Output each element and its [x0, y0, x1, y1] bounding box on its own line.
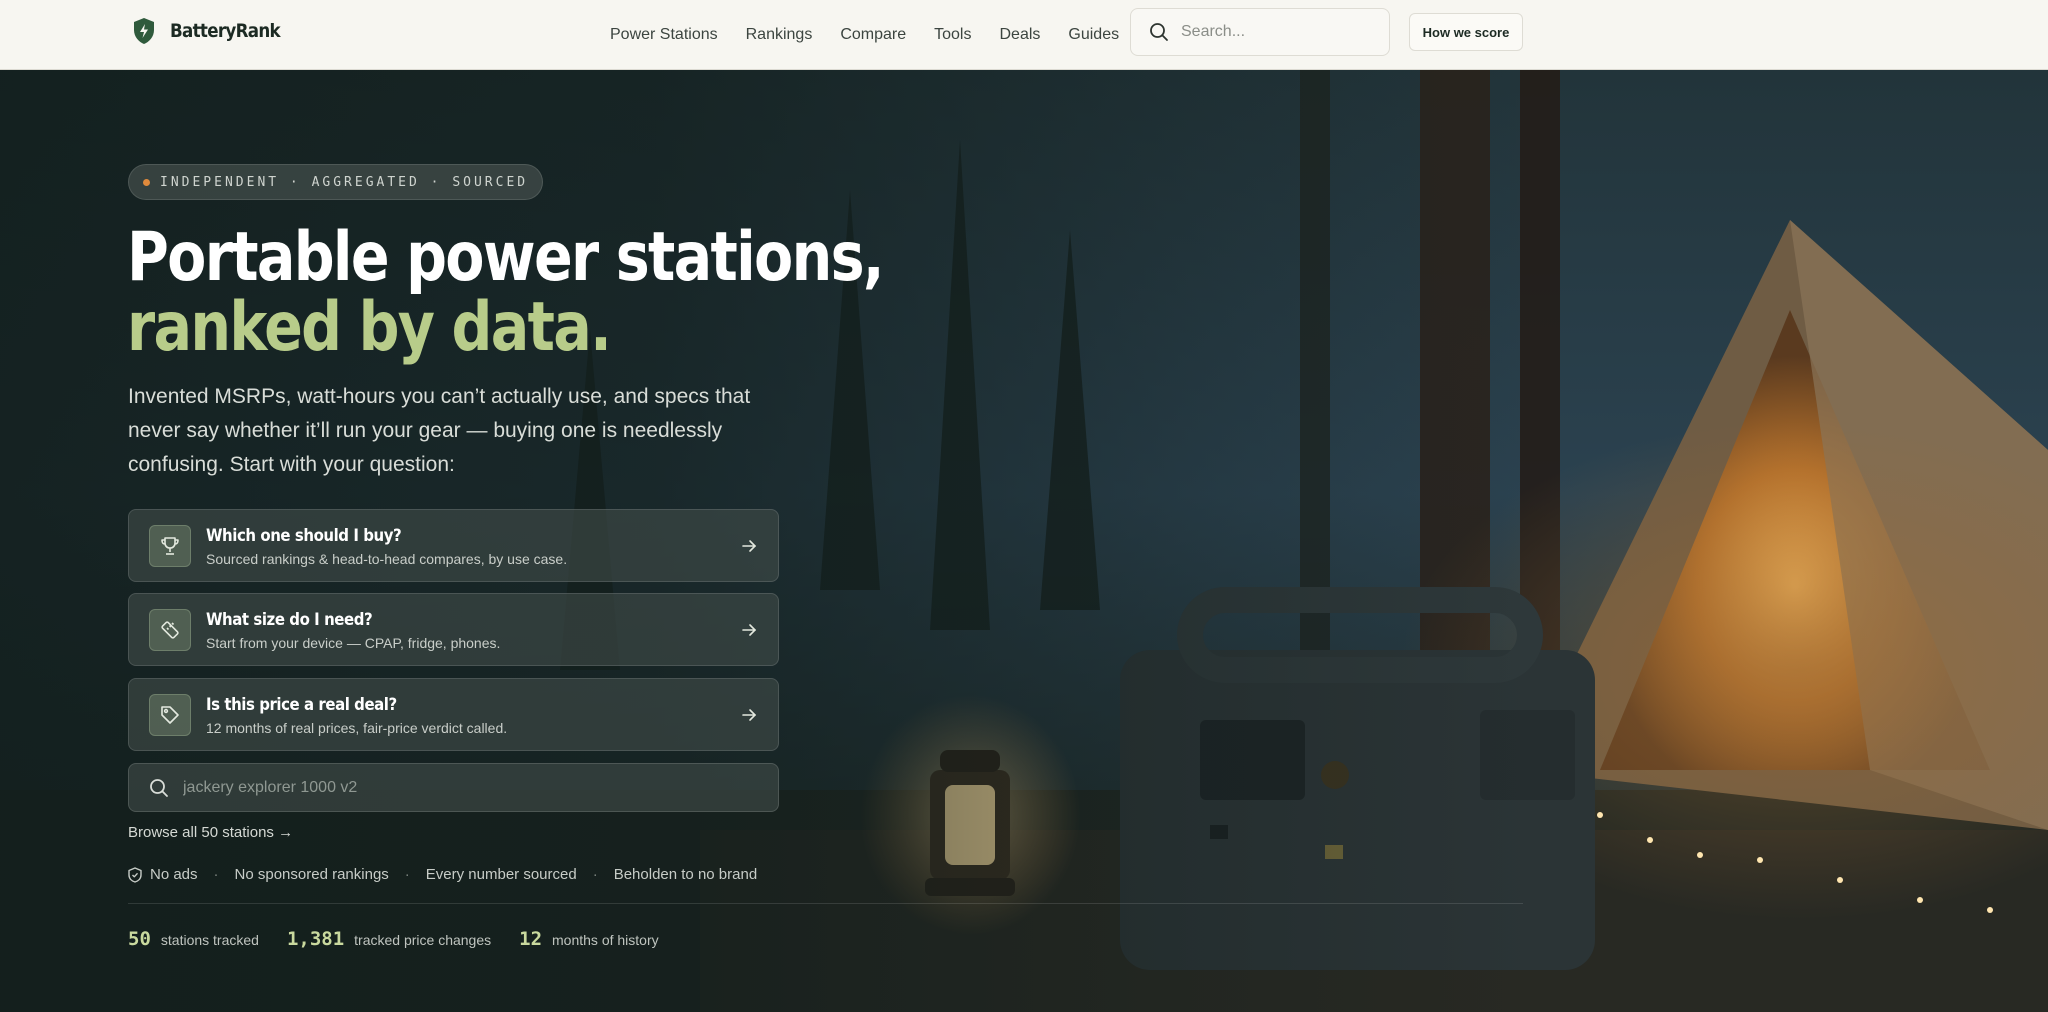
nav-links: Power Stations Rankings Compare Tools De…	[610, 0, 1147, 70]
price-tag-icon	[149, 694, 191, 736]
headline-line-2: ranked by data.	[127, 288, 612, 367]
nav-tools[interactable]: Tools	[934, 26, 971, 44]
arrow-right-icon	[742, 624, 757, 636]
trust-every-number-sourced: Every number sourced	[425, 866, 577, 883]
brand-name: BatteryRank	[170, 20, 281, 42]
stats-row: 50 stations tracked 1,381 tracked price …	[128, 928, 687, 950]
stats-divider	[128, 903, 1523, 904]
nav-guides[interactable]: Guides	[1068, 26, 1119, 44]
trust-no-brand: Beholden to no brand	[613, 866, 758, 883]
question-card-which-to-buy[interactable]: Which one should I buy? Sourced rankings…	[128, 509, 779, 582]
search-icon	[150, 778, 168, 797]
nav-rankings[interactable]: Rankings	[746, 26, 813, 44]
tagline-text: INDEPENDENT · AGGREGATED · SOURCED	[160, 174, 529, 190]
stat-months-value: 12	[519, 928, 543, 950]
question-subtitle: Sourced rankings & head-to-head compares…	[206, 551, 568, 567]
hero-lede: Invented MSRPs, watt-hours you can’t act…	[128, 385, 751, 476]
stat-price-changes-label: tracked price changes	[354, 932, 492, 948]
separator: ·	[592, 866, 598, 883]
stat-months-label: months of history	[552, 932, 659, 948]
brand-logo[interactable]: BatteryRank	[132, 17, 295, 45]
browse-all-link[interactable]: Browse all 50 stations →	[128, 824, 293, 841]
question-title: Is this price a real deal?	[206, 695, 397, 715]
question-subtitle: 12 months of real prices, fair-price ver…	[206, 720, 508, 736]
question-subtitle: Start from your device — CPAP, fridge, p…	[206, 635, 501, 651]
tagline-pill: INDEPENDENT · AGGREGATED · SOURCED	[128, 164, 544, 200]
nav-deals[interactable]: Deals	[999, 26, 1040, 44]
ruler-icon	[149, 609, 191, 651]
search-icon	[1150, 23, 1168, 41]
separator: ·	[404, 866, 410, 883]
stat-price-changes-value: 1,381	[286, 928, 345, 950]
question-card-what-size[interactable]: What size do I need? Start from your dev…	[128, 593, 779, 666]
question-card-real-deal[interactable]: Is this price a real deal? 12 months of …	[128, 678, 779, 751]
question-title: Which one should I buy?	[206, 526, 402, 546]
question-title: What size do I need?	[206, 610, 373, 630]
nav-search[interactable]	[1130, 8, 1390, 56]
stat-stations-value: 50	[128, 928, 151, 950]
shield-check-icon	[128, 866, 142, 883]
separator: ·	[213, 866, 219, 883]
stat-stations-label: stations tracked	[160, 932, 259, 948]
trust-badges: No ads · No sponsored rankings · Every n…	[128, 866, 757, 883]
trophy-icon	[149, 525, 191, 567]
trust-no-sponsored: No sponsored rankings	[234, 866, 389, 883]
arrow-right-icon	[742, 540, 757, 552]
nav-compare[interactable]: Compare	[840, 26, 906, 44]
station-search[interactable]	[128, 763, 779, 812]
top-nav: BatteryRank Power Stations Rankings Comp…	[0, 0, 2048, 70]
nav-power-stations[interactable]: Power Stations	[610, 26, 718, 44]
how-we-score-button[interactable]: How we score	[1409, 13, 1523, 51]
status-dot	[143, 178, 150, 186]
arrow-right-icon	[742, 709, 757, 721]
nav-search-input[interactable]	[1181, 23, 1371, 41]
headline-line-1: Portable power stations,	[127, 218, 885, 297]
shield-bolt-icon	[134, 18, 154, 44]
trust-no-ads: No ads	[150, 866, 198, 883]
station-search-input[interactable]	[183, 778, 743, 797]
